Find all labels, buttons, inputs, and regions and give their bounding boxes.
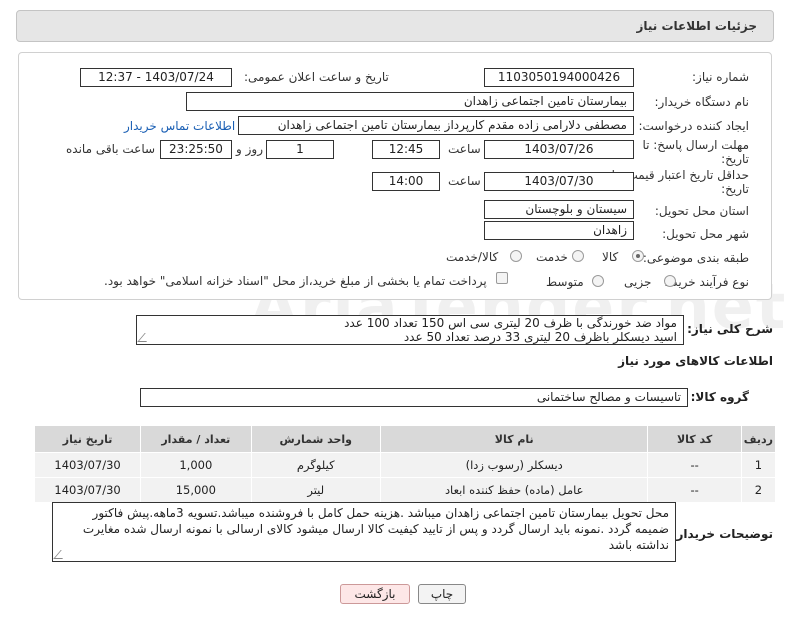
summary-textarea: مواد ضد خورندگی با ظرف 20 لیتری سی اس 15…	[136, 315, 684, 345]
col-header-unit: واحد شمارش	[250, 425, 381, 453]
cell-name: عامل (ماده) حفظ کننده ابعاد	[379, 477, 649, 503]
buyer-org-field: بیمارستان تامین اجتماعی زاهدان	[186, 92, 634, 111]
treasury-payment-note: پرداخت تمام یا بخشی از مبلغ خرید،از محل …	[104, 274, 487, 288]
cell-name: دیسکلر (رسوب زدا)	[379, 452, 649, 478]
reply-time-field: 12:45	[372, 140, 440, 159]
reply-time-label: ساعت	[448, 142, 481, 156]
announce-field: 1403/07/24 - 12:37	[80, 68, 232, 87]
process-radio-minor[interactable]	[664, 275, 676, 287]
remaining-time-field: 23:25:50	[160, 140, 232, 159]
cell-qty: 1,000	[140, 452, 252, 478]
summary-line-2: اسید دیسکلر باظرف 20 لیتری 33 درصد تعداد…	[403, 330, 677, 344]
resize-grip-icon[interactable]	[53, 550, 70, 559]
buyer-notes-line-1: محل تحویل بیمارستان تامین اجتماعی زاهدان…	[92, 506, 669, 520]
buyer-org-label: نام دستگاه خریدار:	[654, 95, 750, 109]
buyer-notes-label: توضیحات خریدار:	[671, 527, 773, 541]
category-radio-goods-service[interactable]	[510, 250, 522, 262]
reply-deadline-label: مهلت ارسال پاسخ: تا	[642, 138, 749, 152]
process-option-minor: جزیی	[624, 275, 652, 289]
buyer-notes-line-2: ضمیمه گردد .نمونه باید ارسال گردد و پس ا…	[82, 522, 669, 536]
col-header-name: نام کالا	[379, 425, 649, 453]
goods-group-field: تاسیسات و مصالح ساختمانی	[140, 388, 688, 407]
col-header-qty: تعداد / مقدار	[140, 425, 252, 453]
category-option-goods: کالا	[602, 250, 619, 264]
category-radio-goods[interactable]	[632, 250, 644, 262]
cell-date: 1403/07/30	[33, 452, 142, 478]
category-radio-service[interactable]	[572, 250, 584, 262]
cell-code: --	[647, 477, 742, 503]
category-label: طبقه بندی موضوعی:	[642, 251, 749, 265]
back-button[interactable]: بازگشت	[340, 584, 410, 604]
need-number-label: شماره نیاز:	[692, 70, 749, 84]
city-field: زاهدان	[484, 221, 634, 240]
col-header-date: تاریخ نیاز	[33, 425, 142, 453]
table-row: 2 -- عامل (ماده) حفظ کننده ابعاد لیتر 15…	[33, 477, 777, 503]
process-label: نوع فرآیند خرید :	[664, 275, 749, 289]
cell-row: 2	[740, 477, 777, 503]
days-label: روز و	[236, 142, 263, 156]
reply-deadline-label-date: تاریخ:	[721, 152, 749, 166]
buyer-notes-line-3: نداشته باشد	[608, 538, 669, 552]
price-validity-time-label: ساعت	[448, 174, 481, 188]
process-radio-medium[interactable]	[592, 275, 604, 287]
creator-label: ایجاد کننده درخواست:	[638, 119, 749, 133]
process-option-medium: متوسط	[546, 275, 584, 289]
summary-label: شرح کلی نیاز:	[687, 322, 773, 336]
cell-code: --	[647, 452, 742, 478]
cell-qty: 15,000	[140, 477, 252, 503]
buyer-notes-textarea: محل تحویل بیمارستان تامین اجتماعی زاهدان…	[52, 502, 676, 562]
cell-row: 1	[740, 452, 777, 478]
summary-line-1: مواد ضد خورندگی با ظرف 20 لیتری سی اس 15…	[344, 316, 677, 330]
cell-unit: کیلوگرم	[250, 452, 381, 478]
creator-field: مصطفی دلارامی زاده مقدم کارپرداز بیمارست…	[238, 116, 634, 135]
buyer-contact-link[interactable]: اطلاعات تماس خریدار	[124, 119, 235, 133]
need-number-field: 1103050194000426	[484, 68, 634, 87]
category-option-service: خدمت	[536, 250, 568, 264]
cell-unit: لیتر	[250, 477, 381, 503]
announce-label: تاریخ و ساعت اعلان عمومی:	[244, 70, 389, 84]
cell-date: 1403/07/30	[33, 477, 142, 503]
table-header-row: ردیف کد کالا نام کالا واحد شمارش تعداد /…	[33, 425, 777, 453]
items-table: ردیف کد کالا نام کالا واحد شمارش تعداد /…	[33, 425, 777, 503]
goods-info-title: اطلاعات کالاهای مورد نیاز	[618, 354, 773, 368]
page-header: جزئیات اطلاعات نیاز	[16, 10, 774, 42]
table-row: 1 -- دیسکلر (رسوب زدا) کیلوگرم 1,000 140…	[33, 452, 777, 478]
reply-date-field: 1403/07/26	[484, 140, 634, 159]
goods-group-label: گروه کالا:	[690, 390, 749, 404]
city-label: شهر محل تحویل:	[662, 227, 749, 241]
price-validity-label-date: تاریخ:	[721, 182, 749, 196]
price-validity-time-field: 14:00	[372, 172, 440, 191]
treasury-payment-checkbox[interactable]	[496, 272, 508, 284]
remaining-label: ساعت باقی مانده	[66, 142, 156, 156]
province-field: سیستان و بلوچستان	[484, 200, 634, 219]
remaining-days-field: 1	[266, 140, 334, 159]
col-header-code: کد کالا	[647, 425, 742, 453]
page-title: جزئیات اطلاعات نیاز	[636, 19, 757, 33]
col-header-row: ردیف	[740, 425, 777, 453]
category-option-goods-service: کالا/خدمت	[446, 250, 499, 264]
print-button[interactable]: چاپ	[418, 584, 466, 604]
price-validity-date-field: 1403/07/30	[484, 172, 634, 191]
province-label: استان محل تحویل:	[654, 204, 749, 218]
